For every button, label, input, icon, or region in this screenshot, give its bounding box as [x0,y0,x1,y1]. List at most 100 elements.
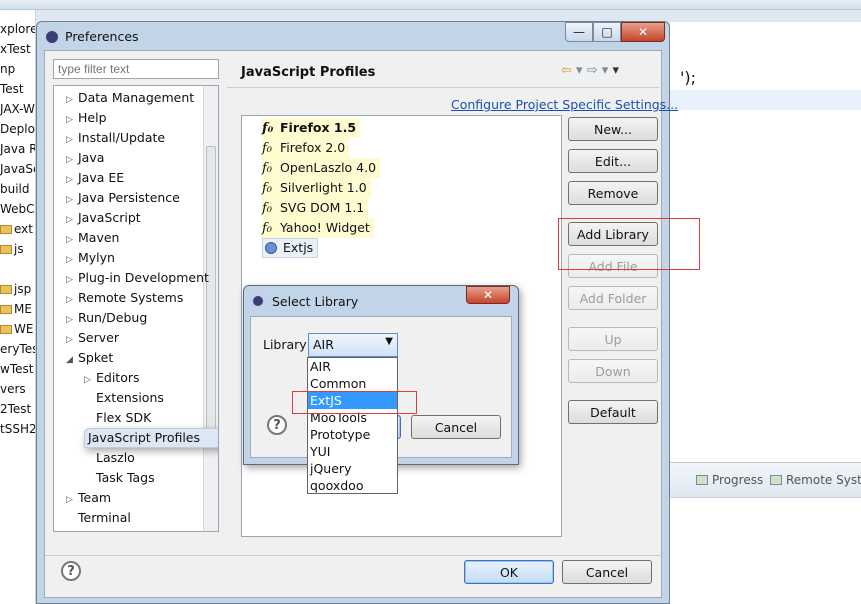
project-tree-item[interactable]: JavaSc [0,160,35,178]
profile-item[interactable]: f₀ Firefox 2.0 [262,138,350,158]
remove-button[interactable]: Remove [568,181,658,205]
expand-arrow-icon[interactable]: ▷ [66,110,78,130]
select-library-close-button[interactable]: ✕ [466,286,510,304]
cancel-button[interactable]: Cancel [562,560,652,584]
tree-item-task-tags[interactable]: Task Tags [84,468,155,488]
project-tree-item[interactable]: xplore [0,20,35,38]
profile-item[interactable]: f₀ OpenLaszlo 4.0 [262,158,381,178]
project-tree-item[interactable]: JAX-W [0,100,35,118]
library-option-jquery[interactable]: jQuery [308,460,397,477]
expand-arrow-icon[interactable]: ▷ [66,290,78,310]
tree-item-flex-sdk[interactable]: Flex SDK [84,408,151,428]
expand-arrow-icon[interactable]: ▷ [66,250,78,270]
expand-arrow-icon[interactable]: ▷ [66,270,78,290]
tree-item-help[interactable]: ▷ Help [66,108,107,128]
configure-project-link[interactable]: Configure Project Specific Settings... [451,97,678,112]
up-button[interactable]: Up [568,327,658,351]
project-tree-item[interactable]: WebC [0,200,35,218]
down-button[interactable]: Down [568,359,658,383]
help-icon[interactable]: ? [61,561,81,581]
filter-input[interactable] [53,59,219,79]
tree-item-data-management[interactable]: ▷ Data Management [66,88,194,108]
library-option-qooxdoo[interactable]: qooxdoo [308,477,397,494]
tree-item-remote-systems[interactable]: ▷ Remote Systems [66,288,183,308]
project-tree-item[interactable]: wTest [0,360,33,378]
expand-arrow-icon[interactable]: ▷ [66,170,78,190]
expand-arrow-icon[interactable]: ▷ [66,90,78,110]
project-tree-item[interactable]: WE [0,320,33,338]
project-tree-item[interactable]: ext [0,220,33,238]
tree-item-server[interactable]: ▷ Server [66,328,119,348]
tree-item-install-update[interactable]: ▷ Install/Update [66,128,165,148]
expand-arrow-icon[interactable]: ▷ [66,130,78,150]
tree-item-maven[interactable]: ▷ Maven [66,228,119,248]
tree-item-java-ee[interactable]: ▷ Java EE [66,168,124,188]
expand-arrow-icon[interactable]: ▷ [66,490,78,510]
select-library-cancel-button[interactable]: Cancel [411,415,501,439]
project-tree-item[interactable]: js [0,240,24,258]
library-option-yui[interactable]: YUI [308,443,397,460]
tree-item-team[interactable]: ▷ Team [66,488,111,508]
tab-progress[interactable]: Progress [696,473,763,487]
library-option-prototype[interactable]: Prototype [308,426,397,443]
tree-item-mylyn[interactable]: ▷ Mylyn [66,248,115,268]
profile-item[interactable]: f₀ Yahoo! Widget [262,218,374,238]
tree-item-run-debug[interactable]: ▷ Run/Debug [66,308,147,328]
tree-item-editors[interactable]: ▷ Editors [84,368,140,388]
tree-scrollbar[interactable] [203,86,218,531]
project-tree-item[interactable]: 2Test [0,400,31,418]
close-button[interactable]: ✕ [621,22,665,42]
project-tree-item[interactable]: Java R [0,140,35,158]
project-tree-item[interactable]: vers [0,380,26,398]
new-button[interactable]: New... [568,117,658,141]
expand-arrow-icon[interactable]: ▷ [66,230,78,250]
profile-item[interactable]: f₀ Firefox 1.5 [262,118,361,138]
back-menu-icon[interactable]: ▾ [576,63,583,78]
profile-item[interactable]: f₀ Silverlight 1.0 [262,178,371,198]
library-option-air[interactable]: AIR [308,358,397,375]
tree-scroll-thumb[interactable] [206,146,216,446]
tree-item-javascript[interactable]: ▷ JavaScript [66,208,141,228]
help-icon[interactable]: ? [267,415,287,435]
ok-button[interactable]: OK [464,560,554,584]
preferences-titlebar[interactable]: Preferences — □ ✕ [37,22,669,50]
tree-item-extensions[interactable]: Extensions [84,388,164,408]
tab-remote-systems[interactable]: Remote Syste [770,473,861,487]
expand-arrow-icon[interactable]: ▷ [66,150,78,170]
project-tree-item[interactable]: xTest [0,40,31,58]
default-button[interactable]: Default [568,400,658,424]
expand-arrow-icon[interactable]: ▷ [66,190,78,210]
edit-button[interactable]: Edit... [568,149,658,173]
expand-arrow-icon[interactable]: ▷ [66,310,78,330]
forward-menu-icon[interactable]: ▾ [602,63,609,78]
project-tree-item[interactable]: eryTest [0,340,35,358]
project-tree-item[interactable]: Test [0,80,24,98]
tree-item-java[interactable]: ▷ Java [66,148,104,168]
add-folder-button[interactable]: Add Folder [568,286,658,310]
tree-item-spket[interactable]: ◢ Spket [66,348,113,368]
maximize-button[interactable]: □ [593,22,621,42]
library-select[interactable]: AIR ▼ [308,333,398,357]
project-tree-item[interactable]: tSSH2 [0,420,35,438]
project-tree-item[interactable]: Deplo [0,120,35,138]
expand-arrow-icon[interactable]: ▷ [66,330,78,350]
forward-arrow-icon[interactable]: ⇨ [587,63,598,78]
tree-item-javascript-profiles[interactable]: JavaScript Profiles [84,428,218,448]
profile-item[interactable]: Extjs [262,238,319,258]
minimize-button[interactable]: — [565,22,593,42]
tree-item-plug-in-development[interactable]: ▷ Plug-in Development [66,268,209,288]
project-tree-item[interactable]: ME [0,300,32,318]
profile-item[interactable]: f₀ SVG DOM 1.1 [262,198,369,218]
expand-arrow-icon[interactable]: ▷ [84,370,96,390]
project-tree-item[interactable]: jsp [0,280,31,298]
project-tree-item[interactable]: np [0,60,15,78]
view-menu-icon[interactable]: ▾ [612,63,619,78]
library-option-common[interactable]: Common [308,375,397,392]
tree-item-java-persistence[interactable]: ▷ Java Persistence [66,188,180,208]
tree-item-laszlo[interactable]: Laszlo [84,448,135,468]
expand-arrow-icon[interactable]: ▷ [66,210,78,230]
back-arrow-icon[interactable]: ⇦ [561,63,572,78]
expand-arrow-icon[interactable]: ◢ [66,350,78,370]
project-tree-item[interactable]: build [0,180,30,198]
tree-item-terminal[interactable]: Terminal [66,508,131,528]
